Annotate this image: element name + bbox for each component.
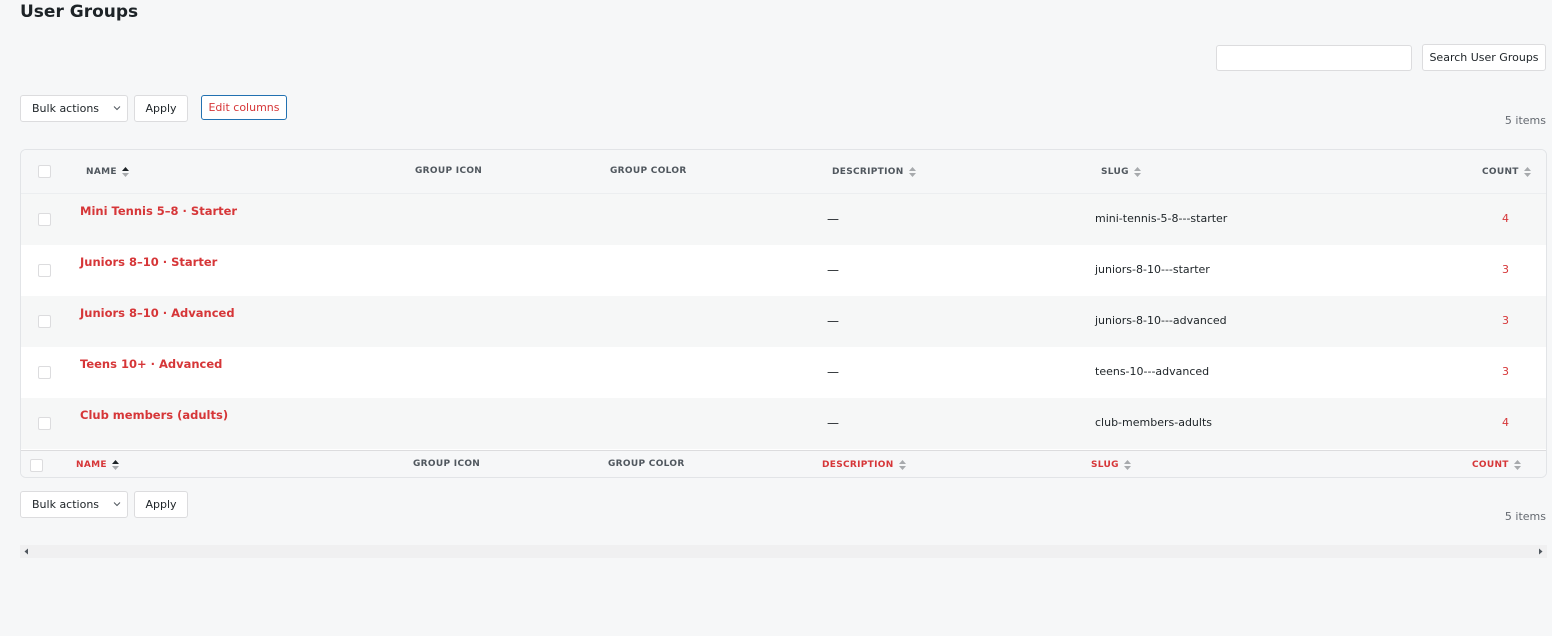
column-header-count[interactable]: COUNT xyxy=(1482,166,1532,178)
footer-column-description-label: DESCRIPTION xyxy=(822,460,894,470)
column-header-description-label: DESCRIPTION xyxy=(832,167,904,177)
table-footer: NAME GROUP ICON GROUP COLOR DESCRIPTION … xyxy=(21,450,1546,477)
group-description: — xyxy=(827,314,839,328)
group-count-link[interactable]: 4 xyxy=(1502,212,1509,225)
footer-column-count-label: COUNT xyxy=(1472,460,1509,470)
group-count-link[interactable]: 3 xyxy=(1502,263,1509,276)
column-header-name[interactable]: NAME xyxy=(86,166,130,178)
apply-button-bottom[interactable]: Apply xyxy=(134,491,188,518)
footer-column-name[interactable]: NAME xyxy=(76,459,120,471)
sort-arrows-icon xyxy=(121,167,129,177)
table-row: Club members (adults) — club-members-adu… xyxy=(21,398,1546,449)
group-slug: juniors-8-10---advanced xyxy=(1095,314,1227,327)
scroll-right-icon[interactable] xyxy=(1537,548,1544,555)
group-slug: mini-tennis-5-8---starter xyxy=(1095,212,1228,225)
user-groups-table: NAME GROUP ICON GROUP COLOR DESCRIPTION … xyxy=(20,149,1547,478)
horizontal-scrollbar[interactable] xyxy=(20,545,1547,558)
bulk-actions-select[interactable]: Bulk actions xyxy=(20,95,128,122)
sort-arrows-icon xyxy=(908,167,916,177)
chevron-down-icon xyxy=(113,106,121,111)
search-input[interactable] xyxy=(1216,45,1412,71)
footer-column-count[interactable]: COUNT xyxy=(1472,459,1522,471)
column-header-slug[interactable]: SLUG xyxy=(1101,166,1142,178)
items-count-bottom: 5 items xyxy=(1504,510,1546,523)
footer-column-slug-label: SLUG xyxy=(1091,460,1119,470)
group-name-link[interactable]: Club members (adults) xyxy=(80,408,228,422)
footer-column-group-color: GROUP COLOR xyxy=(608,459,685,469)
group-name-link[interactable]: Teens 10+ · Advanced xyxy=(80,357,222,371)
page-title: User Groups xyxy=(20,2,139,22)
edit-columns-button[interactable]: Edit columns xyxy=(201,95,287,120)
column-header-name-label: NAME xyxy=(86,167,117,177)
bulk-actions-label: Bulk actions xyxy=(32,102,100,115)
group-slug: teens-10---advanced xyxy=(1095,365,1210,378)
group-name-link[interactable]: Mini Tennis 5–8 · Starter xyxy=(80,204,237,218)
sort-arrows-icon xyxy=(1523,167,1531,177)
group-slug: club-members-adults xyxy=(1095,416,1212,429)
apply-button[interactable]: Apply xyxy=(134,95,188,122)
scroll-left-icon[interactable] xyxy=(23,548,30,555)
sort-arrows-icon xyxy=(111,460,119,470)
sort-arrows-icon xyxy=(1513,460,1521,470)
sort-arrows-icon xyxy=(1133,167,1141,177)
group-count-link[interactable]: 3 xyxy=(1502,314,1509,327)
row-checkbox[interactable] xyxy=(38,366,51,379)
group-count-link[interactable]: 3 xyxy=(1502,365,1509,378)
group-name-link[interactable]: Juniors 8–10 · Advanced xyxy=(80,306,235,320)
select-all-checkbox[interactable] xyxy=(38,165,51,178)
search-user-groups-button[interactable]: Search User Groups xyxy=(1422,44,1546,71)
items-count: 5 items xyxy=(1504,114,1546,127)
table-row: Mini Tennis 5–8 · Starter — mini-tennis-… xyxy=(21,194,1546,245)
footer-column-group-icon: GROUP ICON xyxy=(413,459,481,469)
group-description: — xyxy=(827,365,839,379)
select-all-checkbox-footer[interactable] xyxy=(30,459,43,472)
table-header: NAME GROUP ICON GROUP COLOR DESCRIPTION … xyxy=(21,150,1546,194)
bulk-actions-select-bottom[interactable]: Bulk actions xyxy=(20,491,128,518)
group-name-link[interactable]: Juniors 8–10 · Starter xyxy=(80,255,217,269)
sort-arrows-icon xyxy=(898,460,906,470)
row-checkbox[interactable] xyxy=(38,264,51,277)
sort-arrows-icon xyxy=(1123,460,1131,470)
table-row: Teens 10+ · Advanced — teens-10---advanc… xyxy=(21,347,1546,398)
column-header-slug-label: SLUG xyxy=(1101,167,1129,177)
column-header-count-label: COUNT xyxy=(1482,167,1519,177)
row-checkbox[interactable] xyxy=(38,213,51,226)
group-count-link[interactable]: 4 xyxy=(1502,416,1509,429)
row-checkbox[interactable] xyxy=(38,315,51,328)
column-header-group-color: GROUP COLOR xyxy=(610,166,687,176)
column-header-group-icon: GROUP ICON xyxy=(415,166,483,176)
column-header-description[interactable]: DESCRIPTION xyxy=(832,166,917,178)
row-checkbox[interactable] xyxy=(38,417,51,430)
chevron-down-icon xyxy=(113,502,121,507)
bulk-actions-label: Bulk actions xyxy=(32,498,100,511)
group-slug: juniors-8-10---starter xyxy=(1095,263,1210,276)
group-description: — xyxy=(827,416,839,430)
group-description: — xyxy=(827,263,839,277)
footer-column-slug[interactable]: SLUG xyxy=(1091,459,1132,471)
footer-column-description[interactable]: DESCRIPTION xyxy=(822,459,907,471)
table-row: Juniors 8–10 · Advanced — juniors-8-10--… xyxy=(21,296,1546,347)
footer-column-name-label: NAME xyxy=(76,460,107,470)
table-row: Juniors 8–10 · Starter — juniors-8-10---… xyxy=(21,245,1546,296)
group-description: — xyxy=(827,212,839,226)
